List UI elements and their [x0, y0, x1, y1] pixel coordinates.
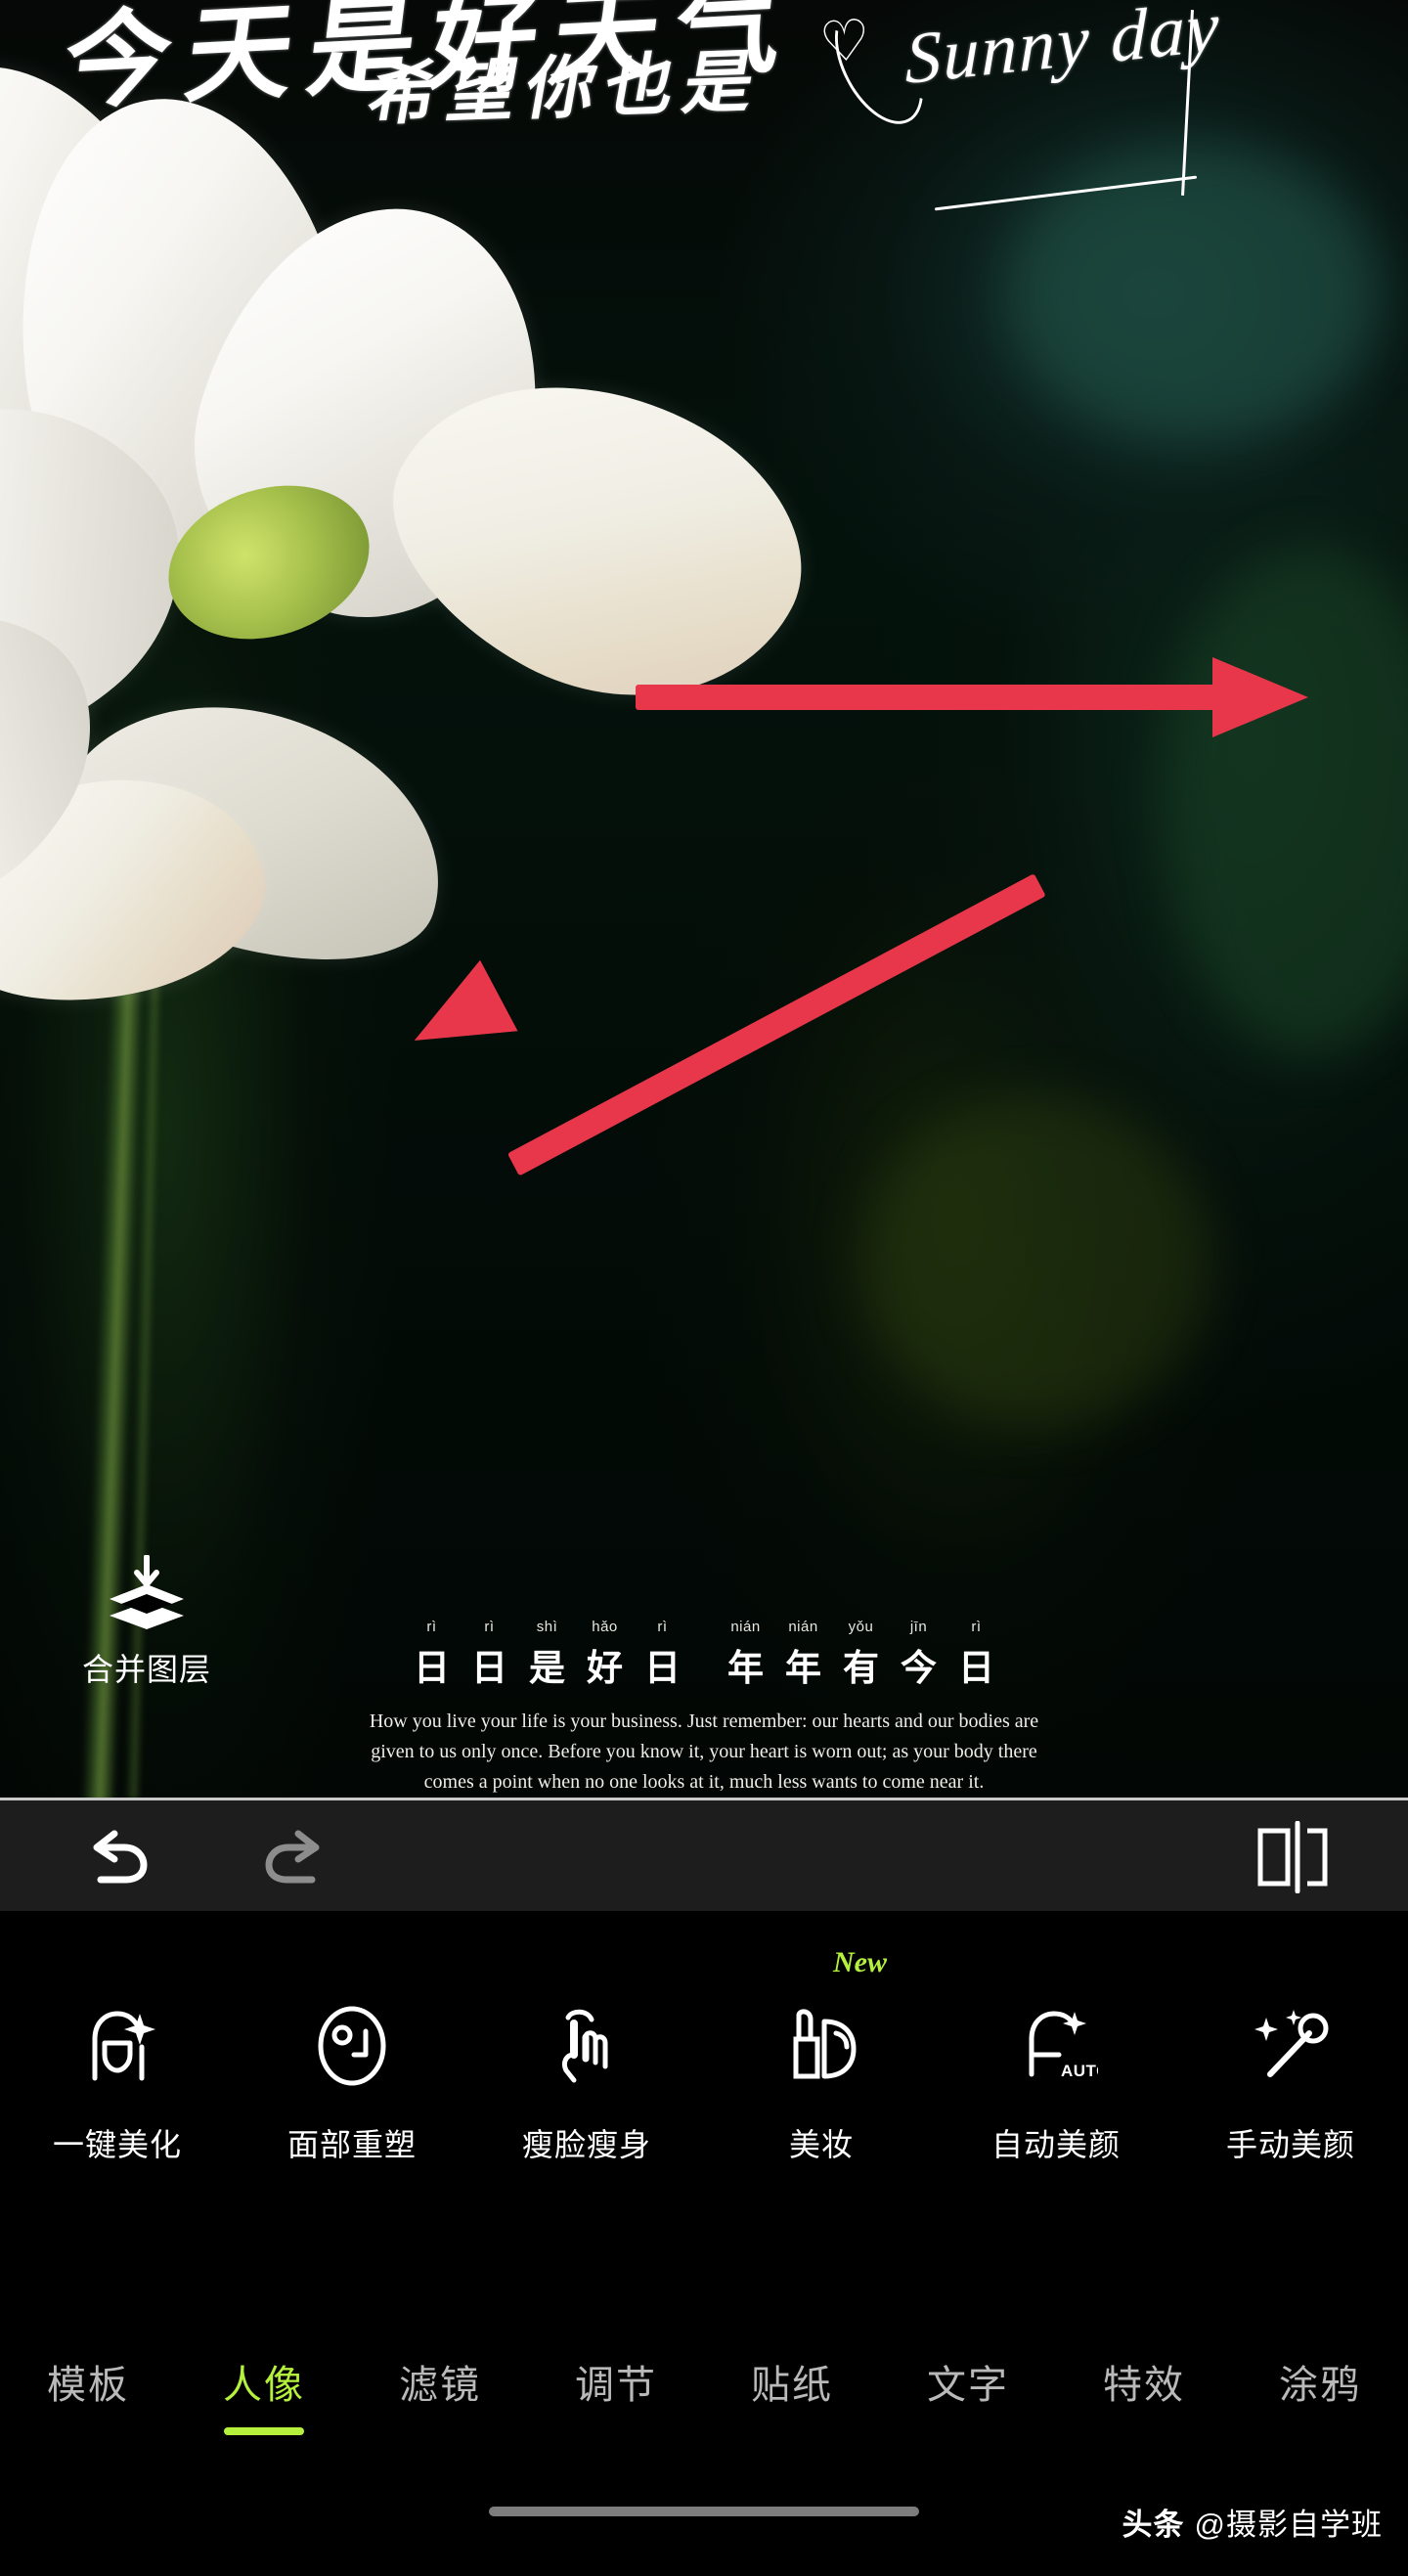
compare-split-icon [1257, 1821, 1328, 1893]
tab-effects[interactable]: 特效 [1056, 2353, 1232, 2435]
tab-label: 调节 [575, 2364, 657, 2407]
undo-arrow-icon [93, 1830, 148, 1883]
tab-label: 涂鸦 [1279, 2364, 1361, 2407]
tab-label: 贴纸 [751, 2364, 833, 2407]
tab-filter[interactable]: 滤镜 [352, 2353, 528, 2435]
tab-portrait[interactable]: 人像 [176, 2353, 352, 2435]
tool-label: 面部重塑 [286, 2127, 417, 2162]
bokeh-leaf [860, 1095, 1212, 1428]
tool-label: 自动美颜 [990, 2127, 1121, 2162]
auto-beauty-icon: AUTO [1011, 2001, 1101, 2091]
watermark: 头条 @摄影自学班 [1122, 2500, 1383, 2544]
tool-label: 一键美化 [52, 2127, 182, 2162]
redo-button[interactable] [235, 1799, 350, 1913]
makeup-lipstick-icon [776, 2001, 866, 2091]
annotation-arrow-right-head [1212, 657, 1308, 737]
watermark-text: @摄影自学班 [1194, 2508, 1383, 2542]
tab-doodle[interactable]: 涂鸦 [1232, 2353, 1408, 2435]
tab-underline [576, 2427, 656, 2435]
edit-action-bar [0, 1798, 1408, 1911]
tab-adjust[interactable]: 调节 [528, 2353, 704, 2435]
tool-face-reshape[interactable]: 面部重塑 [235, 2001, 469, 2165]
manual-beauty-icon [1246, 2001, 1336, 2091]
merge-layers-button[interactable]: 合并图层 [59, 1554, 235, 1690]
tab-template[interactable]: 模板 [0, 2353, 176, 2435]
one-tap-beautify-icon [72, 2001, 162, 2091]
tool-manual-beauty[interactable]: 手动美颜 [1173, 2001, 1408, 2165]
bokeh-leaf [1007, 147, 1379, 440]
tab-label: 文字 [927, 2364, 1009, 2407]
redo-arrow-icon [265, 1830, 320, 1883]
tab-underline [752, 2427, 832, 2435]
slim-face-body-icon [542, 2001, 632, 2091]
tool-auto-beauty[interactable]: AUTO 自动美颜 [939, 2001, 1173, 2165]
tab-text[interactable]: 文字 [880, 2353, 1056, 2435]
compare-button[interactable] [1248, 1814, 1338, 1900]
home-indicator[interactable] [489, 2507, 919, 2516]
photo-canvas[interactable]: 今天是好天气 希望你也是 ♡ Sunny day 合并图层 rì 日 rì 日 … [0, 0, 1408, 1819]
tab-sticker[interactable]: 贴纸 [704, 2353, 880, 2435]
tab-label: 特效 [1103, 2364, 1185, 2407]
tab-underline-active [224, 2427, 304, 2435]
merge-layers-label: 合并图层 [81, 1652, 211, 1687]
bottom-tab-bar: 模板 人像 滤镜 调节 贴纸 文字 特效 涂鸦 [0, 2328, 1408, 2474]
annotation-arrow-right-shaft [636, 685, 1232, 710]
tool-one-tap-beautify[interactable]: 一键美化 [0, 2001, 235, 2165]
tab-underline [928, 2427, 1008, 2435]
tool-makeup[interactable]: New 美妆 [704, 1946, 939, 2165]
tab-underline [48, 2427, 128, 2435]
tab-underline [1280, 2427, 1360, 2435]
new-badge: New [833, 1946, 887, 1978]
tab-underline [1104, 2427, 1184, 2435]
tool-label: 瘦脸瘦身 [521, 2127, 651, 2162]
tool-slim-face-body[interactable]: 瘦脸瘦身 [469, 2001, 704, 2165]
merge-layers-icon [104, 1554, 190, 1631]
tool-label: 美妆 [788, 2127, 854, 2162]
undo-button[interactable] [63, 1799, 178, 1913]
tab-label: 人像 [223, 2364, 305, 2407]
svg-text:AUTO: AUTO [1061, 2062, 1098, 2080]
tab-underline [400, 2427, 480, 2435]
tool-label: 手动美颜 [1225, 2127, 1355, 2162]
face-reshape-icon [307, 2001, 397, 2091]
tool-row: 一键美化 面部重塑 瘦脸瘦身 New 美妆 AUT 自动美颜 手动美颜 [0, 1911, 1408, 2292]
watermark-logo: 头条 [1122, 2508, 1185, 2542]
tab-label: 模板 [47, 2364, 129, 2407]
tab-label: 滤镜 [399, 2364, 481, 2407]
